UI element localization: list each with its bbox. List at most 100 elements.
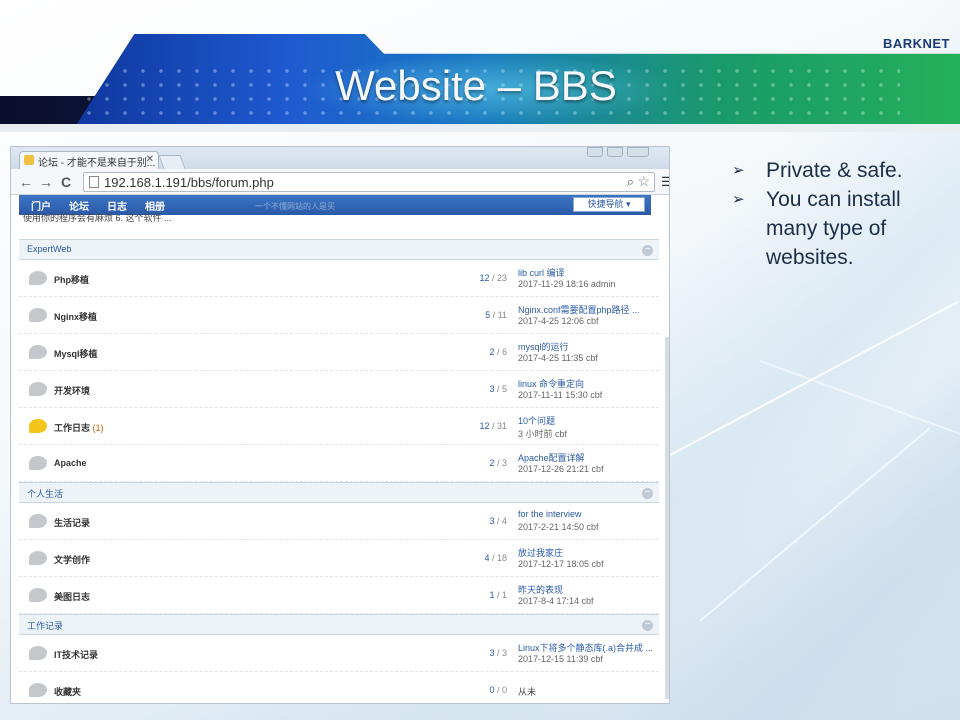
thread-count: 3 [489, 648, 495, 658]
forum-stats: 0 / 0 [489, 685, 507, 695]
forum-stats: 2 / 6 [489, 347, 507, 357]
post-count: 3 [501, 648, 507, 658]
forum-bubble-icon [29, 345, 47, 359]
scrollbar[interactable] [665, 337, 669, 699]
forward-arrow-icon[interactable]: → [39, 173, 53, 191]
close-window-button[interactable] [627, 147, 649, 157]
last-post-meta: 2017-11-11 15:30 cbf [518, 390, 603, 400]
forum-row: IT技术记录 3 / 3 Linux下将多个静态库(.a)合并成 ... 2017-… [19, 635, 659, 672]
zoom-icon[interactable]: ⌕ [627, 174, 634, 190]
forum-name[interactable]: IT技术记录 [54, 648, 98, 661]
post-count: 31 [496, 421, 507, 431]
slide-title-text: Website – BBS [335, 62, 617, 109]
bullet-item: ➢ You can install many type of websites. [732, 185, 952, 272]
browser-toolbar: ← → C 192.168.1.191/bbs/forum.php ⌕ ☆ ☰ [11, 169, 669, 195]
last-post-meta: 2017-4-25 12:06 cbf [518, 316, 599, 326]
collapse-icon[interactable]: − [642, 245, 653, 256]
bookmark-star-icon[interactable]: ☆ [637, 173, 650, 190]
bullet-item: ➢ Private & safe. [732, 156, 952, 185]
maximize-button[interactable] [607, 147, 623, 157]
forum-stats: 3 / 4 [489, 516, 507, 526]
browser-tab[interactable]: 论坛 - 才能不是来自于别... ✕ [19, 151, 159, 169]
last-post-meta: 2017-12-26 21:21 cbf [518, 464, 604, 474]
thread-count: 12 [479, 273, 490, 283]
minimize-button[interactable] [587, 147, 603, 157]
last-post-link[interactable]: 昨天的表现 [518, 583, 653, 596]
last-post-link[interactable]: linux 命令重定向 [518, 377, 653, 390]
forum-name[interactable]: 收藏夹 [54, 685, 81, 698]
forum-name[interactable]: Mysql移植 [54, 347, 98, 360]
brand-label: BARKNET [882, 36, 950, 51]
slide-title: Website – BBS [0, 62, 960, 110]
last-post-link[interactable]: 放过我家庄 [518, 546, 653, 559]
forum-row: Mysql移植 2 / 6 mysql的运行 2017-4-25 11:35 cbf [19, 334, 659, 371]
forum-group-name[interactable]: ExpertWeb [27, 244, 71, 254]
forum-name[interactable]: 工作日志 (1) [54, 421, 104, 434]
reload-icon[interactable]: C [61, 173, 71, 191]
thread-count: 0 [489, 685, 495, 695]
last-post-meta: 2017-4-25 11:35 cbf [518, 353, 598, 363]
arrow-bullet-icon: ➢ [732, 191, 745, 208]
last-post-link[interactable]: 10个问题 [518, 414, 653, 427]
post-count: 11 [497, 310, 507, 320]
forum-stats: 4 / 18 [484, 553, 507, 563]
address-bar[interactable]: 192.168.1.191/bbs/forum.php ⌕ ☆ [83, 172, 655, 192]
thread-count: 2 [489, 347, 495, 357]
last-post-link[interactable]: Linux下将多个静态库(.a)合并成 ... [518, 641, 653, 654]
forum-name-text: IT技术记录 [54, 650, 98, 660]
forum-name[interactable]: 生活记录 [54, 516, 90, 529]
forum-name-text: 收藏夹 [54, 687, 82, 697]
arrow-bullet-icon: ➢ [732, 162, 745, 179]
last-post-link[interactable]: lib curl 编译 [518, 266, 653, 279]
forum-name-text: Php移植 [54, 275, 89, 285]
bullet-list: ➢ Private & safe. ➢ You can install many t… [732, 156, 952, 272]
last-post-link[interactable]: Nginx.conf需要配置php路径 ... [518, 303, 653, 316]
forum-bubble-icon [29, 419, 47, 433]
forum-group-header: 工作记录 − [19, 614, 659, 635]
thread-count: 2 [489, 458, 495, 468]
last-post-meta: 2017-8-4 17:14 cbf [518, 596, 594, 606]
last-post-link[interactable]: Apache配置详解 [518, 451, 653, 464]
forum-stats: 2 / 3 [489, 458, 507, 468]
back-arrow-icon[interactable]: ← [19, 173, 33, 191]
tab-title: 论坛 - 才能不是来自于别... [38, 158, 156, 169]
post-count: 4 [501, 516, 507, 526]
post-count: 6 [501, 347, 507, 357]
forum-name[interactable]: 开发环境 [54, 384, 90, 397]
last-post-link[interactable]: mysql的运行 [518, 340, 653, 353]
forum-name[interactable]: 文学创作 [54, 553, 90, 566]
forum-row: Php移植 12 / 23 lib curl 编译 2017-11-29 18:16… [19, 260, 659, 297]
forum-name[interactable]: Php移植 [54, 273, 89, 286]
forum-bubble-icon [29, 456, 47, 470]
notice-snippet: 使用你的程序会有麻烦 6. 这个软件 ... [23, 213, 172, 223]
forum-name[interactable]: Apache [54, 458, 87, 468]
forum-name-text: 文学创作 [54, 555, 91, 565]
forum-bubble-icon [29, 382, 47, 396]
collapse-icon[interactable]: − [642, 488, 653, 499]
forum-name[interactable]: 美图日志 [54, 590, 90, 603]
forum-name[interactable]: Nginx移植 [54, 310, 97, 323]
forum-name-text: 美图日志 [54, 592, 91, 602]
forum-bubble-icon [29, 551, 47, 565]
divider-bar [0, 124, 960, 132]
forum-group-header: ExpertWeb − [19, 239, 659, 260]
url-text: 192.168.1.191/bbs/forum.php [104, 175, 274, 190]
forum-row: 美图日志 1 / 1 昨天的表现 2017-8-4 17:14 cbf [19, 577, 659, 614]
forum-stats: 12 / 23 [479, 273, 507, 283]
forum-stats: 5 / 11 [485, 310, 507, 320]
new-tab-button[interactable] [158, 155, 186, 169]
collapse-icon[interactable]: − [642, 620, 653, 631]
forum-group-name[interactable]: 个人生活 [27, 487, 63, 500]
bullet-text: Private & safe. [766, 159, 903, 182]
forum-bubble-icon [29, 514, 47, 528]
menu-icon[interactable]: ☰ [661, 174, 669, 190]
quick-nav-button[interactable]: 快捷导航 ▾ [573, 197, 645, 212]
tab-close-icon[interactable]: ✕ [146, 154, 154, 165]
overlay-text: 一个不懂网站的人是买 [255, 202, 335, 211]
post-count: 1 [501, 590, 507, 600]
forum-name-text: 生活记录 [54, 518, 91, 528]
forum-bubble-icon [29, 683, 47, 697]
forum-group-name[interactable]: 工作记录 [27, 619, 63, 632]
forum-name-text: 工作日志 [54, 423, 91, 433]
last-post-link[interactable]: for the interview [518, 509, 653, 519]
